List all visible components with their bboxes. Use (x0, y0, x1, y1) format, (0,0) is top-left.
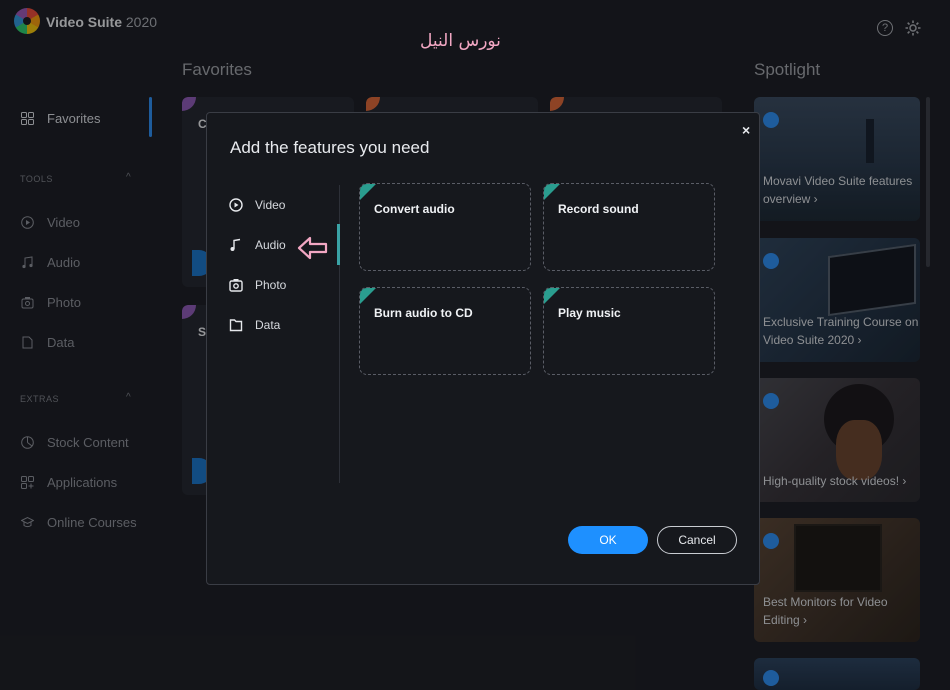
category-video[interactable]: Video (229, 195, 285, 215)
category-data[interactable]: Data (229, 315, 280, 335)
file-icon (229, 318, 243, 332)
feature-label: Play music (558, 306, 621, 320)
category-audio[interactable]: Audio (229, 235, 286, 255)
category-label: Video (255, 198, 286, 212)
close-icon[interactable]: × (742, 122, 750, 138)
category-label: Photo (255, 278, 287, 292)
music-note-icon (229, 238, 243, 252)
category-label: Audio (255, 238, 286, 252)
annotation-arrow-icon (297, 236, 329, 265)
ok-button[interactable]: OK (568, 526, 648, 554)
play-circle-icon (229, 198, 243, 212)
camera-icon (229, 278, 243, 292)
feature-play-music[interactable]: Play music (543, 287, 715, 375)
watermark-text: نورس النيل (420, 31, 501, 51)
feature-burn-audio-to-cd[interactable]: Burn audio to CD (359, 287, 531, 375)
feature-record-sound[interactable]: Record sound (543, 183, 715, 271)
feature-convert-audio[interactable]: Convert audio (359, 183, 531, 271)
cancel-button[interactable]: Cancel (657, 526, 737, 554)
category-photo[interactable]: Photo (229, 275, 286, 295)
category-active-indicator (337, 224, 340, 265)
feature-label: Burn audio to CD (374, 306, 473, 320)
feature-label: Record sound (558, 202, 639, 216)
add-features-dialog: Add the features you need × Video Audio … (206, 112, 760, 585)
feature-label: Convert audio (374, 202, 455, 216)
category-label: Data (255, 318, 281, 332)
dialog-title: Add the features you need (230, 138, 430, 157)
